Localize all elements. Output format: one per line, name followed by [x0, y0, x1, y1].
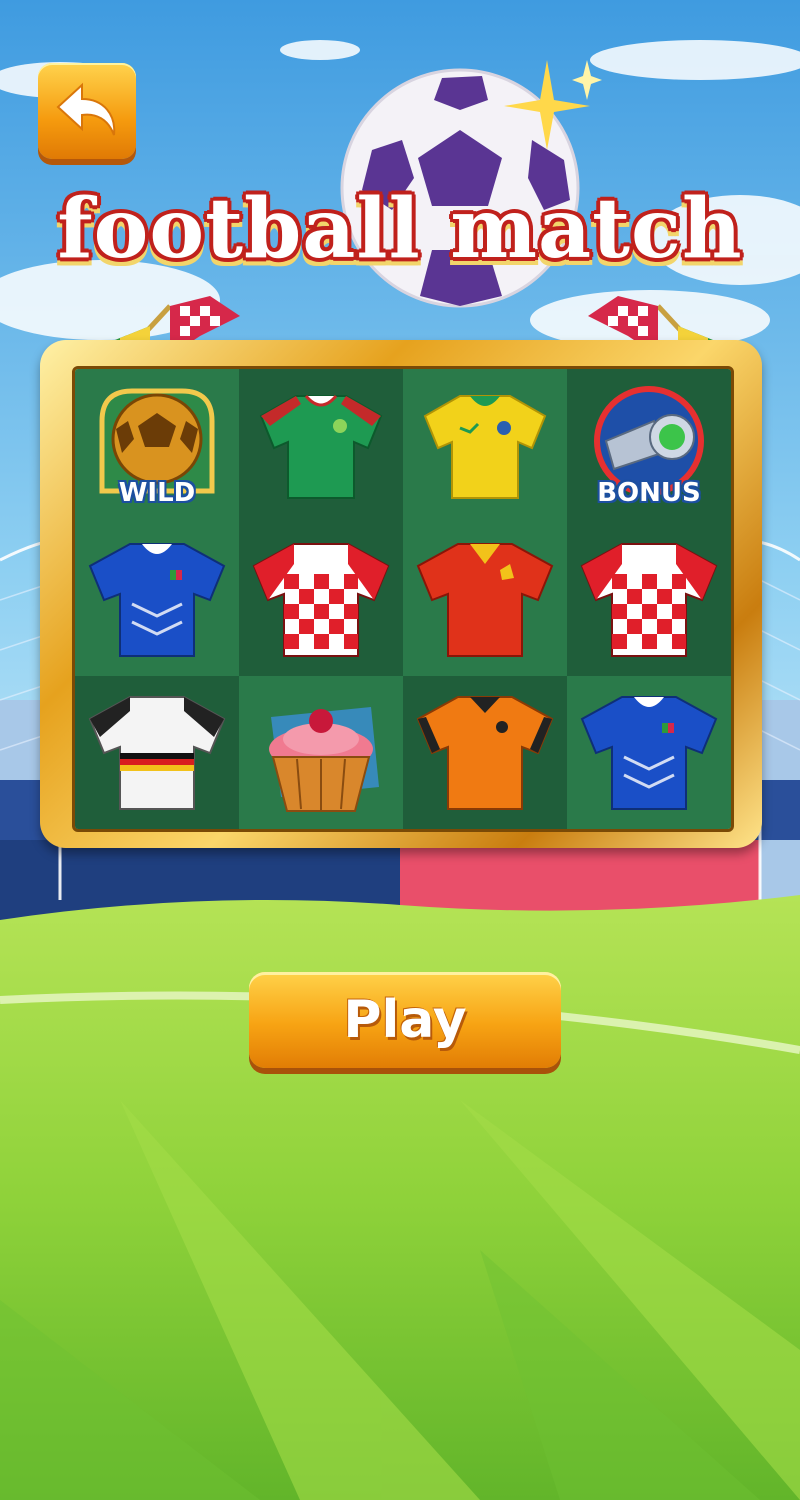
- symbol-green-jersey: [239, 369, 403, 523]
- symbol-white-jersey: [75, 675, 239, 829]
- wild-label: WILD: [118, 478, 196, 509]
- cupcake-icon: [269, 707, 379, 813]
- play-button[interactable]: Play: [249, 972, 561, 1068]
- back-button[interactable]: [38, 63, 136, 159]
- symbol-blue-jersey: [75, 522, 239, 676]
- back-arrow-icon: [56, 82, 116, 136]
- symbol-wild-ball: WILD: [75, 369, 239, 523]
- symbol-yellow-jersey: [403, 369, 567, 523]
- green-jersey-icon: [259, 394, 383, 499]
- play-button-label: Play: [343, 990, 467, 1050]
- symbol-cupcake: [239, 675, 403, 829]
- symbol-orange-jersey: [403, 675, 567, 829]
- orange-jersey-icon: [416, 696, 554, 811]
- reel-board: WILD BONUS: [40, 340, 762, 848]
- checkered-jersey-icon: [580, 542, 718, 657]
- symbol-checkered-jersey-2: [567, 522, 731, 676]
- white-jersey-icon: [88, 696, 226, 811]
- blue-jersey-icon: [580, 696, 718, 811]
- symbol-red-jersey: [403, 522, 567, 676]
- blue-jersey-icon: [88, 542, 226, 657]
- checkered-jersey-icon: [252, 542, 390, 657]
- symbol-blue-jersey-2: [567, 675, 731, 829]
- symbol-bonus-whistle: BONUS: [567, 369, 731, 523]
- symbol-grid: WILD BONUS: [72, 366, 734, 832]
- game-title: football match: [57, 181, 743, 277]
- yellow-jersey-icon: [423, 394, 547, 499]
- symbol-checkered-jersey: [239, 522, 403, 676]
- red-jersey-icon: [416, 542, 554, 657]
- bonus-label: BONUS: [597, 478, 701, 509]
